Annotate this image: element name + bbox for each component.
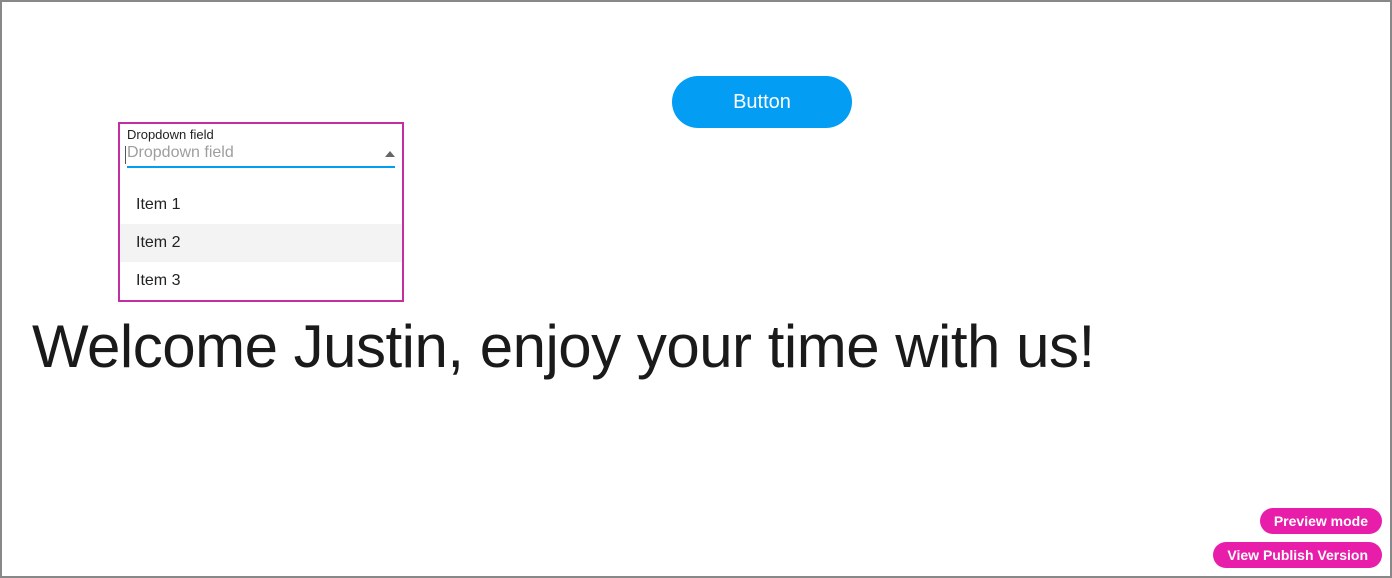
dropdown-input[interactable]: Dropdown field — [127, 144, 395, 168]
welcome-heading: Welcome Justin, enjoy your time with us! — [32, 312, 1095, 381]
text-cursor — [125, 146, 126, 164]
view-publish-version-button[interactable]: View Publish Version — [1213, 542, 1382, 568]
preview-mode-button[interactable]: Preview mode — [1260, 508, 1382, 534]
dropdown-item[interactable]: Item 3 — [120, 262, 402, 300]
dropdown-field[interactable]: Dropdown field Dropdown field Item 1 Ite… — [118, 122, 404, 302]
chevron-up-icon[interactable] — [385, 144, 395, 162]
dropdown-placeholder: Dropdown field — [127, 144, 234, 162]
dropdown-label: Dropdown field — [120, 124, 402, 142]
dropdown-list: Item 1 Item 2 Item 3 — [120, 186, 402, 300]
primary-action-button[interactable]: Button — [672, 76, 852, 128]
dropdown-item[interactable]: Item 1 — [120, 186, 402, 224]
dropdown-item[interactable]: Item 2 — [120, 224, 402, 262]
